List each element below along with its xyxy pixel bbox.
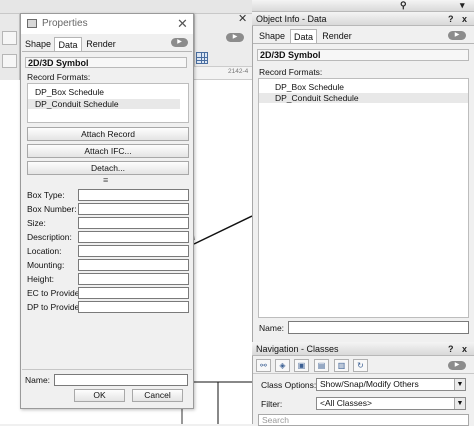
chevron-down-icon: ▼ — [454, 379, 465, 390]
field-label: EC to Provide: — [27, 288, 82, 298]
select-value: Show/Snap/Modify Others — [320, 379, 419, 389]
tab-render[interactable]: Render — [84, 37, 118, 51]
box-number-field[interactable] — [78, 203, 189, 215]
drawing-top-strip — [0, 0, 252, 14]
detach-button[interactable]: Detach... — [27, 161, 189, 175]
properties-dialog: Properties ✕ Shape Data Render ▶ 2D/3D S… — [20, 13, 194, 409]
record-formats-label: Record Formats: — [27, 72, 91, 82]
field-label: Mounting: — [27, 260, 65, 270]
description-field[interactable] — [78, 231, 189, 243]
tab-render[interactable]: Render — [318, 29, 356, 43]
drawing-left-toolbar — [0, 14, 20, 80]
references-icon[interactable]: ▥ — [334, 359, 349, 372]
record-formats-label: Record Formats: — [259, 67, 323, 77]
window-icon — [27, 19, 37, 28]
field-label: Size: — [27, 218, 46, 228]
box-type-field[interactable] — [78, 189, 189, 201]
list-item[interactable]: DP_Box Schedule — [35, 87, 104, 97]
splitter-handle-icon[interactable]: ≡ — [103, 175, 108, 185]
chevron-down-icon: ▼ — [454, 398, 465, 409]
collapse-icon[interactable]: ▾ — [460, 0, 465, 10]
size-field[interactable] — [78, 217, 189, 229]
list-item[interactable]: DP_Conduit Schedule — [28, 99, 180, 109]
field-label: Box Type: — [27, 190, 65, 200]
field-label: Box Number: — [27, 204, 77, 214]
tab-data[interactable]: Data — [290, 29, 317, 43]
record-formats-list[interactable] — [258, 78, 469, 318]
cancel-button[interactable]: Cancel — [132, 389, 183, 402]
list-item[interactable]: DP_Box Schedule — [275, 82, 344, 92]
ec-to-provide-field[interactable] — [78, 287, 189, 299]
divider — [22, 369, 192, 370]
ok-button[interactable]: OK — [74, 389, 125, 402]
field-label: Location: — [27, 246, 62, 256]
field-label: Height: — [27, 274, 54, 284]
object-info-title-bar[interactable]: Object Info - Data ? x — [252, 12, 474, 26]
name-field[interactable] — [288, 321, 469, 334]
gear-icon[interactable] — [2, 54, 17, 68]
field-label: Description: — [27, 232, 72, 242]
mounting-field[interactable] — [78, 259, 189, 271]
tab-data[interactable]: Data — [54, 37, 82, 51]
close-icon[interactable]: ✕ — [238, 12, 247, 25]
dp-to-provide-field[interactable] — [78, 301, 189, 313]
list-item[interactable]: DP_Conduit Schedule — [259, 93, 468, 103]
dialog-title: Properties — [42, 18, 88, 29]
navigation-title-bar[interactable]: Navigation - Classes ? x — [252, 342, 474, 356]
filter-label: Filter: — [261, 399, 283, 409]
classes-icon[interactable]: ⚯ — [256, 359, 271, 372]
filter-select[interactable]: <All Classes> ▼ — [316, 397, 466, 410]
name-label: Name: — [25, 375, 51, 385]
attach-ifc-button[interactable]: Attach IFC... — [27, 144, 189, 158]
name-label: Name: — [259, 323, 285, 333]
sheet-layers-icon[interactable]: ▤ — [314, 359, 329, 372]
help-icon[interactable]: ? — [448, 344, 454, 354]
location-field[interactable] — [78, 245, 189, 257]
search-input[interactable]: Search — [258, 414, 469, 426]
help-icon[interactable]: ? — [448, 14, 454, 24]
pin-icon[interactable]: ⚲ — [400, 0, 407, 10]
close-icon[interactable]: x — [462, 344, 467, 354]
name-field[interactable] — [54, 374, 188, 386]
palette-title-bar: ⚲ ▾ — [252, 0, 474, 12]
sheet-label: 2142-4 — [228, 68, 249, 75]
tab-menu-arrow-icon[interactable]: ▶ — [171, 38, 188, 47]
dialog-title-bar[interactable]: Properties ✕ — [21, 14, 193, 34]
close-icon[interactable]: ✕ — [177, 16, 188, 32]
layers-icon[interactable]: ◈ — [275, 359, 290, 372]
select-value: <All Classes> — [320, 398, 372, 408]
close-icon[interactable]: x — [462, 14, 467, 24]
attach-record-button[interactable]: Attach Record — [27, 127, 189, 141]
toolbar-arrow-icon[interactable]: ▶ — [226, 33, 244, 42]
class-options-select[interactable]: Show/Snap/Modify Others ▼ — [316, 378, 466, 391]
tab-shape[interactable]: Shape — [256, 29, 288, 43]
tab-menu-arrow-icon[interactable]: ▶ — [448, 361, 466, 370]
palette-title: Navigation - Classes — [256, 344, 339, 354]
palette-title: Object Info - Data — [256, 14, 327, 24]
grid-icon[interactable] — [196, 52, 208, 64]
object-type-header: 2D/3D Symbol — [257, 49, 469, 61]
tab-shape[interactable]: Shape — [23, 37, 53, 51]
height-field[interactable] — [78, 273, 189, 285]
field-label: DP to Provide: — [27, 302, 82, 312]
tab-menu-arrow-icon[interactable]: ▶ — [448, 31, 466, 40]
class-options-label: Class Options: — [261, 380, 317, 390]
viewport-icon[interactable]: ▣ — [294, 359, 309, 372]
tool-button-icon[interactable] — [2, 31, 17, 45]
saved-views-icon[interactable]: ↻ — [353, 359, 368, 372]
object-type-header: 2D/3D Symbol — [25, 57, 187, 68]
